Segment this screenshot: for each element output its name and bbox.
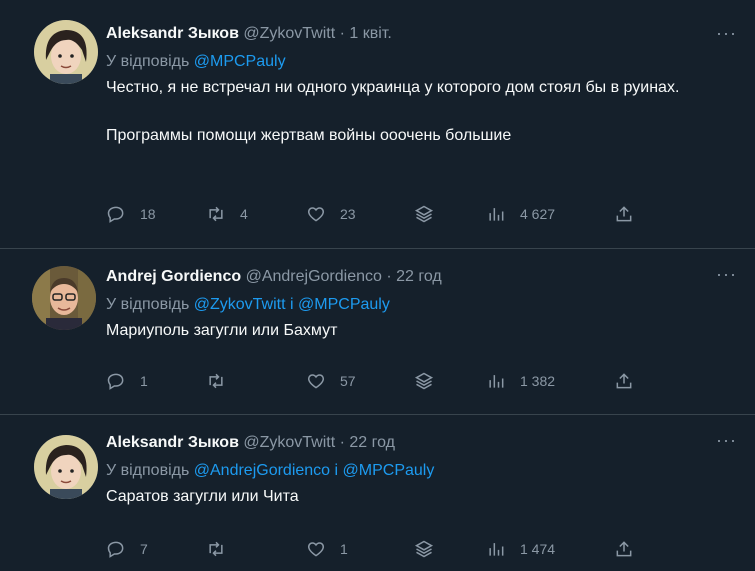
author-handle[interactable]: @ZykovTwitt: [243, 434, 335, 451]
timestamp[interactable]: 22 год: [396, 268, 442, 285]
retweet-icon: [209, 373, 223, 389]
tweet-text-paragraph: Программы помощи жертвам войны ооочень б…: [106, 127, 512, 144]
reply-context: У відповідь @ZykovTwitt і @MPCPauly: [106, 293, 735, 317]
tweet-actions: 1 57 1 382: [106, 369, 645, 393]
views-button[interactable]: 1 474: [486, 537, 555, 561]
mention-link[interactable]: @MPCPauly: [298, 296, 390, 313]
bookmark-stack-button[interactable]: [414, 369, 434, 393]
stack-icon: [414, 205, 434, 223]
author-name[interactable]: Andrej Gordienco: [106, 268, 241, 285]
mention-link[interactable]: @MPCPauly: [194, 53, 286, 70]
separator-dot: ·: [386, 268, 392, 285]
author-handle[interactable]: @ZykovTwitt: [243, 25, 335, 42]
author-name[interactable]: Aleksandr Зыков: [106, 434, 239, 451]
heart-icon: [307, 374, 325, 389]
bookmark-stack-button[interactable]: [414, 537, 434, 561]
reply-separator: і: [334, 462, 339, 479]
tweet-text-paragraph: Честно, я не встречал ни одного украинца…: [106, 79, 680, 96]
like-button[interactable]: 23: [306, 202, 356, 226]
analytics-icon: [489, 543, 504, 556]
more-options-icon[interactable]: ···: [716, 265, 737, 283]
avatar[interactable]: [34, 20, 98, 84]
avatar[interactable]: [34, 435, 98, 499]
tweet-actions: 18 4 23 4 627: [106, 202, 645, 226]
avatar[interactable]: [32, 266, 96, 330]
tweet-text-paragraph: Мариуполь загугли или Бахмут: [106, 322, 338, 339]
reply-context: У відповідь @MPCPauly: [106, 50, 735, 74]
author-handle[interactable]: @AndrejGordienco: [246, 268, 382, 285]
views-count: 4 627: [520, 206, 556, 222]
reply-icon: [107, 206, 124, 223]
tweet-text: Честно, я не встречал ни одного украинца…: [106, 76, 735, 148]
views-button[interactable]: 1 382: [486, 369, 555, 393]
share-icon: [616, 206, 632, 222]
reply-button[interactable]: 7: [106, 537, 148, 561]
reply-icon: [107, 373, 124, 390]
reply-count: 7: [140, 541, 148, 557]
like-button[interactable]: 57: [306, 369, 356, 393]
reply-context: У відповідь @AndrejGordienco і @MPCPauly: [106, 459, 735, 483]
like-button[interactable]: 1: [306, 537, 348, 561]
separator-dot: ·: [339, 434, 345, 451]
like-count: 1: [340, 541, 348, 557]
tweet-actions: 7 1 1 474: [106, 537, 645, 561]
more-options-icon[interactable]: ···: [716, 431, 737, 449]
share-button[interactable]: [614, 369, 634, 393]
analytics-icon: [489, 375, 504, 388]
retweet-icon: [209, 206, 223, 222]
like-count: 23: [340, 206, 356, 222]
like-count: 57: [340, 373, 356, 389]
mention-link[interactable]: @ZykovTwitt: [194, 296, 286, 313]
reply-button[interactable]: 1: [106, 369, 148, 393]
tweet[interactable]: Aleksandr Зыков @ZykovTwitt · 1 квіт. У …: [0, 0, 755, 249]
timestamp[interactable]: 22 год: [349, 434, 395, 451]
share-icon: [616, 373, 632, 389]
bookmark-stack-button[interactable]: [414, 202, 434, 226]
reply-button[interactable]: 18: [106, 202, 156, 226]
share-button[interactable]: [614, 202, 634, 226]
views-count: 1 474: [520, 541, 556, 557]
reply-separator: і: [290, 296, 294, 313]
reply-prefix: У відповідь: [106, 53, 190, 70]
retweet-icon: [209, 541, 223, 557]
mention-link[interactable]: @MPCPauly: [343, 462, 435, 479]
heart-icon: [307, 542, 325, 557]
reply-prefix: У відповідь: [106, 296, 190, 313]
tweet[interactable]: Andrej Gordienco @AndrejGordienco · 22 г…: [0, 249, 755, 415]
stack-icon: [414, 372, 434, 390]
views-count: 1 382: [520, 373, 556, 389]
retweet-button[interactable]: [206, 369, 240, 393]
tweet-text-paragraph: Саратов загугли или Чита: [106, 488, 299, 505]
tweet-text: Мариуполь загугли или Бахмут: [106, 319, 735, 343]
analytics-icon: [489, 208, 504, 221]
tweet-text: Саратов загугли или Чита: [106, 485, 735, 509]
more-options-icon[interactable]: ···: [716, 24, 737, 42]
reply-icon: [107, 541, 124, 558]
author-name[interactable]: Aleksandr Зыков: [106, 25, 239, 42]
retweet-button[interactable]: [206, 537, 240, 561]
timestamp[interactable]: 1 квіт.: [349, 25, 391, 42]
views-button[interactable]: 4 627: [486, 202, 555, 226]
share-icon: [616, 541, 632, 557]
reply-prefix: У відповідь: [106, 462, 190, 479]
heart-icon: [307, 207, 325, 222]
mention-link[interactable]: @AndrejGordienco: [194, 462, 330, 479]
retweet-count: 4: [240, 206, 248, 222]
retweet-button[interactable]: 4: [206, 202, 248, 226]
reply-count: 1: [140, 373, 148, 389]
share-button[interactable]: [614, 537, 634, 561]
separator-dot: ·: [339, 25, 345, 42]
tweet[interactable]: Aleksandr Зыков @ZykovTwitt · 22 год У в…: [0, 415, 755, 571]
stack-icon: [414, 540, 434, 558]
reply-count: 18: [140, 206, 156, 222]
